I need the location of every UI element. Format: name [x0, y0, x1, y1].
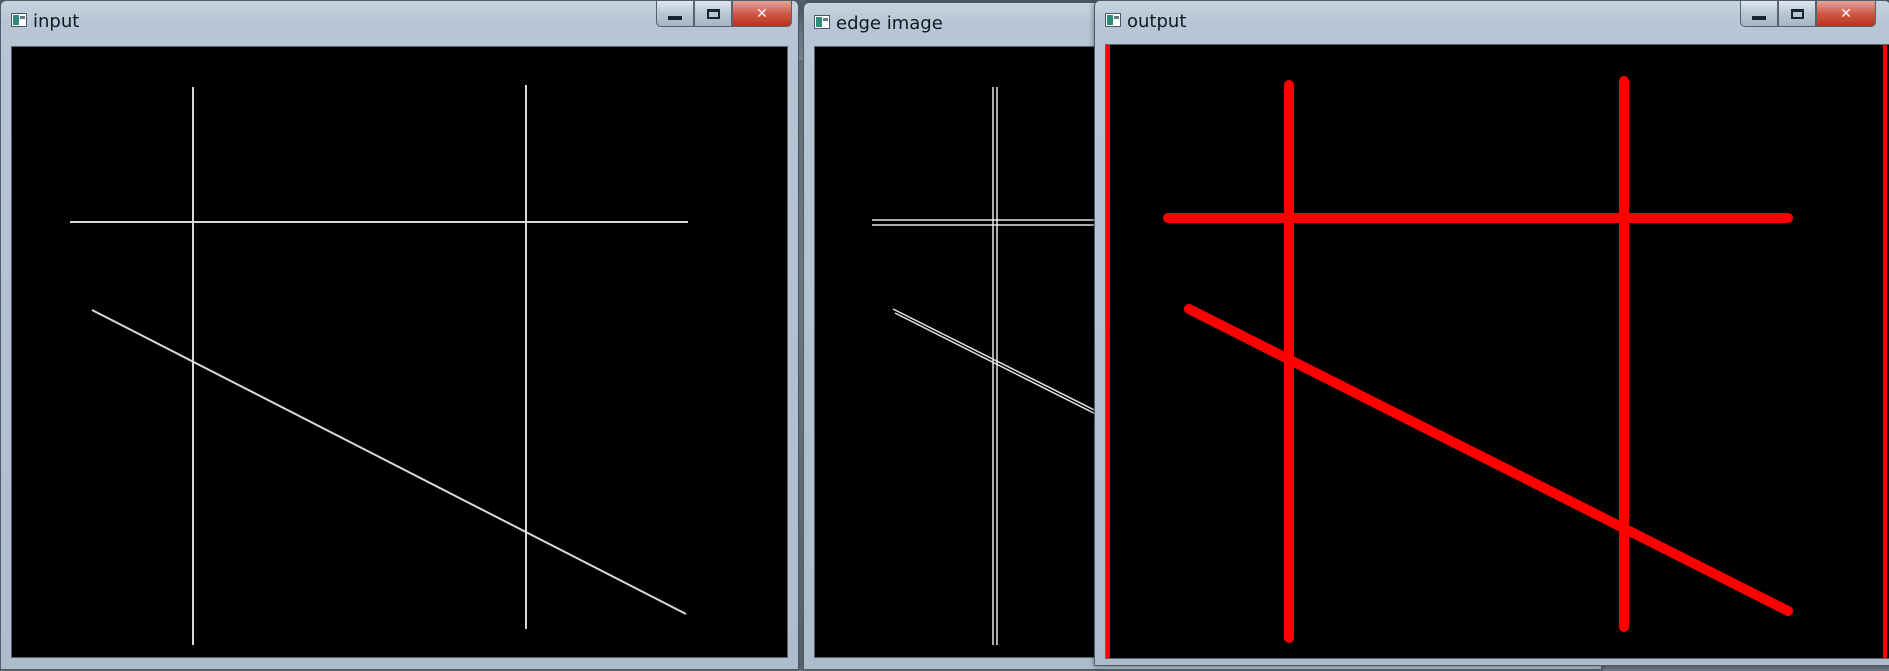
window-title-input: input: [33, 11, 80, 32]
image-window-icon: [11, 13, 27, 27]
image-window-icon: [814, 15, 830, 29]
minimize-icon: [668, 15, 682, 20]
close-button-input[interactable]: ✕: [732, 1, 792, 27]
minimize-icon: [1752, 15, 1766, 20]
minimize-button-output[interactable]: [1740, 1, 1778, 27]
window-title-output: output: [1127, 11, 1187, 32]
image-canvas-input: [11, 46, 788, 658]
maximize-icon: [1790, 8, 1804, 19]
minimize-button-input[interactable]: [656, 1, 694, 27]
window-output[interactable]: output ✕: [1094, 0, 1889, 666]
input-image: [70, 85, 688, 645]
input-line-4: [91, 309, 687, 615]
maximize-button-input[interactable]: [694, 1, 732, 27]
image-canvas-output: [1105, 44, 1889, 659]
window-title-edge-image: edge image: [836, 13, 943, 34]
image-window-icon: [1105, 13, 1121, 27]
maximize-button-output[interactable]: [1778, 1, 1816, 27]
close-icon: ✕: [1840, 5, 1852, 22]
close-icon: ✕: [756, 5, 768, 22]
maximize-icon: [706, 8, 720, 19]
close-button-output[interactable]: ✕: [1816, 1, 1876, 27]
output-image: [1106, 45, 1887, 658]
window-input[interactable]: input ✕: [0, 0, 799, 670]
detected-line-4: [1184, 304, 1793, 616]
